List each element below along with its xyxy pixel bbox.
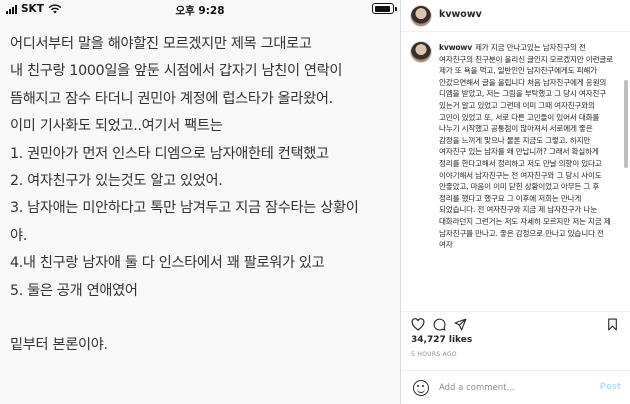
note-gap bbox=[10, 305, 392, 332]
action-bar bbox=[401, 311, 630, 335]
caption-username[interactable]: kvwowv bbox=[439, 43, 472, 52]
note-line: 이미 기사화도 되었고..여기서 팩트는 bbox=[10, 118, 223, 135]
note-line: 뜸해지고 잠수 타더니 권민아 계정에 럽스타가 올라왔어. bbox=[10, 90, 333, 107]
post-button[interactable]: Post bbox=[600, 382, 621, 392]
post-header: kvwowv bbox=[401, 0, 630, 32]
note-line: 밑부터 본론이야. bbox=[10, 337, 108, 354]
caption-text: kvwowv 제가 지금 만나고있는 남자친구의 전 여자친구의 친구분이 올리신… bbox=[439, 42, 615, 251]
post-timestamp: 5 HOURS AGO bbox=[411, 351, 457, 358]
avatar[interactable] bbox=[410, 5, 432, 27]
status-time: 오후 9:28 bbox=[175, 5, 225, 17]
caption-area[interactable]: kvwowv 제가 지금 만나고있는 남자친구의 전 여자친구의 친구분이 올리신… bbox=[401, 36, 630, 314]
comment-input[interactable] bbox=[439, 380, 589, 396]
note-line: 3. 남자애는 미안하다고 톡만 남겨두고 지금 잠수타는 상황이 bbox=[10, 200, 359, 217]
bookmark-icon[interactable] bbox=[607, 318, 618, 331]
note-line: 5. 둘은 공개 연애였어 bbox=[10, 282, 138, 299]
heart-icon[interactable] bbox=[411, 318, 425, 331]
likes-count[interactable]: 34,727 likes bbox=[411, 335, 472, 345]
note-line: 내 친구랑 1000일을 앞둔 시점에서 갑자기 남친이 연락이 bbox=[10, 63, 343, 80]
comment-bar: Post bbox=[401, 370, 630, 404]
caption-avatar[interactable] bbox=[410, 41, 432, 63]
note-line: 4.내 친구랑 남자애 둘 다 인스타에서 꽤 팔로워가 있고 bbox=[10, 255, 325, 272]
battery-icon bbox=[372, 3, 397, 14]
note-body: 어디서부터 말을 해야할진 모르겠지만 제목 그대로고 내 친구랑 1000일을… bbox=[10, 31, 392, 359]
header-username[interactable]: kvwowv bbox=[439, 9, 482, 20]
share-icon[interactable] bbox=[454, 318, 467, 331]
note-line: 어디서부터 말을 해야할진 모르겠지만 제목 그대로고 bbox=[10, 36, 312, 52]
note-line: 1. 권민아가 먼저 인스타 디엠으로 남자애한테 컨택했고 bbox=[10, 145, 329, 162]
battery-fill bbox=[374, 5, 390, 12]
status-right bbox=[372, 3, 397, 14]
note-line: 2. 여자친구가 있는것도 알고 있었어. bbox=[10, 173, 223, 190]
phone-screenshot: SKT 오후 9:28 어디서부터 말을 해야할진 모르겠지만 제목 그대로고 … bbox=[0, 0, 400, 404]
emoji-icon[interactable] bbox=[413, 380, 429, 396]
caption-scrollbar[interactable] bbox=[624, 80, 628, 168]
status-bar: SKT 오후 9:28 bbox=[0, 0, 400, 20]
caption-body: 제가 지금 만나고있는 남자친구의 전 여자친구의 친구분이 올리신 글인지 모… bbox=[439, 43, 613, 250]
comment-icon[interactable] bbox=[433, 318, 446, 331]
note-line: 야. bbox=[10, 227, 27, 244]
instagram-post-panel: kvwowv kvwowv 제가 지금 만나고있는 남자친구의 전 여자친구의 친… bbox=[400, 0, 630, 404]
